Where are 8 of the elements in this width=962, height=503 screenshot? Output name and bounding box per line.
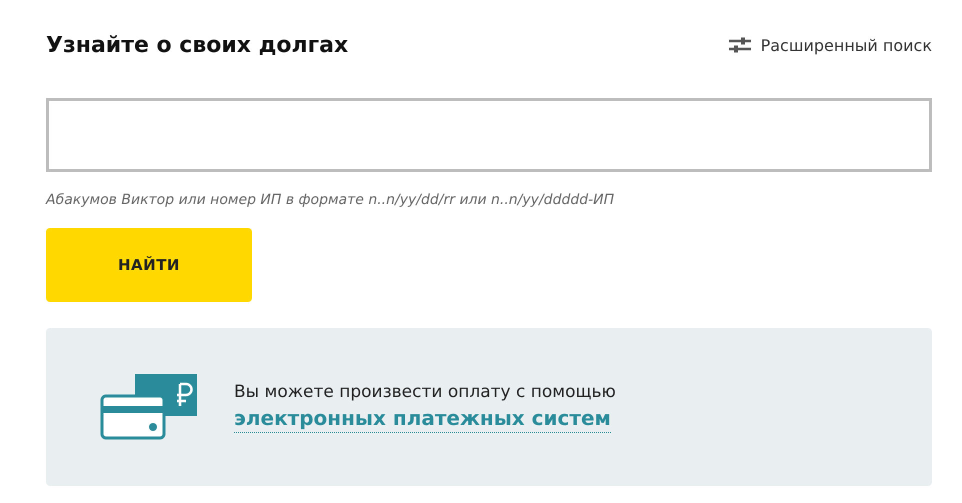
- search-field[interactable]: [46, 98, 932, 172]
- search-button[interactable]: НАЙТИ: [46, 228, 252, 302]
- page-title: Узнайте о своих долгах: [46, 32, 348, 58]
- search-hint: Абакумов Виктор или номер ИП в формате n..n/yy/dd/rr или n..n/yy/ddddd-ИП: [46, 192, 616, 208]
- sliders-icon: [728, 36, 751, 54]
- payment-text: Вы можете произвести оплату с помощью: [234, 382, 616, 402]
- payment-card-icon: [100, 374, 198, 440]
- advanced-search-link[interactable]: Расширенный поиск: [728, 36, 932, 54]
